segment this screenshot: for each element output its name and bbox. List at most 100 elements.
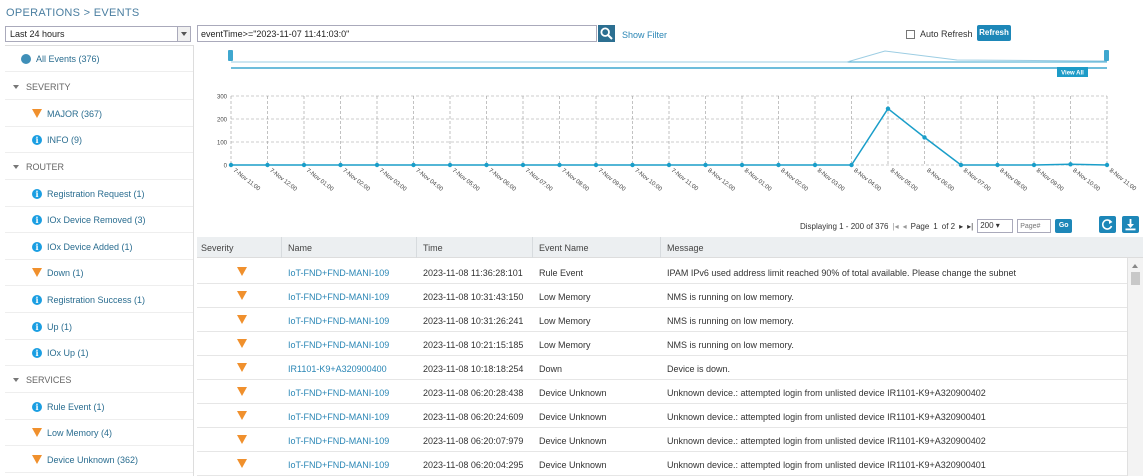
- scroll-up-icon[interactable]: [1132, 264, 1138, 268]
- reload-button[interactable]: [1099, 216, 1116, 233]
- column-divider: [660, 237, 661, 258]
- search-query-input[interactable]: [197, 25, 597, 42]
- event-time: 2023-11-08 06:20:07:979: [423, 436, 524, 446]
- first-page-icon[interactable]: |◂: [893, 222, 899, 231]
- y-tick-label: 0: [224, 164, 228, 170]
- table-header: Severity Name Time Event Name Message: [197, 237, 1143, 258]
- sidebar-item-up[interactable]: i Up (1): [5, 314, 193, 340]
- table-row[interactable]: IoT-FND+FND-MANI-109 2023-11-08 10:31:43…: [197, 284, 1127, 308]
- table-row[interactable]: IoT-FND+FND-MANI-109 2023-11-08 10:21:15…: [197, 332, 1127, 356]
- sidebar-item-rule-event[interactable]: i Rule Event (1): [5, 394, 193, 420]
- info-icon: i: [32, 401, 42, 412]
- device-name-link[interactable]: IoT-FND+FND-MANI-109: [288, 436, 389, 446]
- current-page: 1: [933, 221, 938, 231]
- column-header-severity[interactable]: Severity: [201, 243, 234, 253]
- table-row[interactable]: IoT-FND+FND-MANI-109 2023-11-08 10:31:26…: [197, 308, 1127, 332]
- event-message: Unknown device.: attempted login from un…: [667, 460, 986, 470]
- prev-page-icon[interactable]: ◂: [903, 222, 907, 231]
- x-tick-label: 7-Nov 02:00: [341, 168, 371, 193]
- column-header-event-name[interactable]: Event Name: [539, 243, 589, 253]
- sidebar-item-iox-device-added[interactable]: i IOx Device Added (1): [5, 234, 193, 260]
- data-point: [885, 106, 891, 111]
- table-row[interactable]: IoT-FND+FND-MANI-109 2023-11-08 06:20:07…: [197, 428, 1127, 452]
- sidebar-item-major[interactable]: MAJOR (367): [5, 101, 193, 127]
- event-time: 2023-11-08 10:31:43:150: [423, 292, 524, 302]
- next-page-icon[interactable]: ▸: [959, 222, 963, 231]
- table-scrollbar[interactable]: [1127, 258, 1143, 476]
- data-point: [995, 162, 1000, 168]
- auto-refresh-toggle[interactable]: Auto Refresh: [906, 29, 973, 39]
- data-point: [739, 162, 745, 168]
- column-header-name[interactable]: Name: [288, 243, 312, 253]
- event-message: NMS is running on low memory.: [667, 316, 794, 326]
- sidebar-section-services[interactable]: SERVICES: [5, 367, 193, 393]
- download-icon: [1125, 219, 1136, 231]
- sidebar-item-label: Device Unknown (362): [47, 454, 139, 465]
- device-name-link[interactable]: IR1101-K9+A320900400: [288, 364, 387, 374]
- table-row[interactable]: IoT-FND+FND-MANI-109 2023-11-08 06:20:24…: [197, 404, 1127, 428]
- caret-down-icon: [13, 84, 19, 89]
- sidebar-section-router[interactable]: ROUTER: [5, 154, 193, 180]
- auto-refresh-checkbox[interactable]: [906, 29, 915, 39]
- refresh-button[interactable]: Refresh: [977, 25, 1011, 41]
- event-time: 2023-11-08 10:18:18:254: [423, 364, 524, 374]
- navigator-left-handle[interactable]: [228, 50, 233, 61]
- sidebar-item-info[interactable]: i INFO (9): [5, 127, 193, 153]
- sidebar-item-registration-success[interactable]: i Registration Success (1): [5, 287, 193, 313]
- device-name-link[interactable]: IoT-FND+FND-MANI-109: [288, 412, 389, 422]
- page-number-input[interactable]: [1017, 219, 1052, 233]
- event-name: Device Unknown: [539, 460, 607, 470]
- sidebar-item-low-memory[interactable]: Low Memory (4): [5, 420, 193, 446]
- navigator-right-handle[interactable]: [1104, 50, 1109, 61]
- device-name-link[interactable]: IoT-FND+FND-MANI-109: [288, 268, 389, 278]
- view-all-button[interactable]: View All: [1057, 67, 1088, 77]
- go-button[interactable]: Go: [1055, 219, 1073, 233]
- sidebar-item-down[interactable]: Down (1): [5, 260, 193, 286]
- major-warning-icon: [237, 315, 247, 324]
- device-name-link[interactable]: IoT-FND+FND-MANI-109: [288, 292, 389, 302]
- events-table: Severity Name Time Event Name Message Io…: [197, 237, 1143, 476]
- sidebar-item-all-events[interactable]: All Events (376): [5, 46, 193, 72]
- chevron-down-icon[interactable]: [177, 27, 190, 41]
- last-page-icon[interactable]: ▸|: [967, 222, 973, 231]
- device-name-link[interactable]: IoT-FND+FND-MANI-109: [288, 316, 389, 326]
- table-row[interactable]: IoT-FND+FND-MANI-109 2023-11-08 06:20:04…: [197, 452, 1127, 476]
- info-icon: i: [32, 321, 42, 332]
- device-name-link[interactable]: IoT-FND+FND-MANI-109: [288, 340, 389, 350]
- event-time: 2023-11-08 06:20:04:295: [423, 460, 524, 470]
- x-tick-label: 7-Nov 03:00: [378, 168, 408, 193]
- sidebar-section-severity[interactable]: SEVERITY: [5, 74, 193, 100]
- export-button[interactable]: [1122, 216, 1139, 233]
- device-name-link[interactable]: IoT-FND+FND-MANI-109: [288, 460, 389, 470]
- chart-navigator[interactable]: [228, 50, 1109, 69]
- search-button[interactable]: [598, 25, 615, 42]
- table-row[interactable]: IoT-FND+FND-MANI-109 2023-11-08 06:20:28…: [197, 380, 1127, 404]
- info-icon: i: [32, 241, 42, 252]
- column-header-message[interactable]: Message: [667, 243, 704, 253]
- page-size-select[interactable]: 200 ▾: [977, 219, 1014, 233]
- data-point: [630, 162, 635, 168]
- sidebar-item-device-unknown[interactable]: Device Unknown (362): [5, 447, 193, 473]
- page-label: Page: [910, 221, 930, 231]
- table-row[interactable]: IoT-FND+FND-MANI-109 2023-11-08 11:36:28…: [197, 260, 1127, 284]
- scrollbar-thumb[interactable]: [1131, 272, 1140, 285]
- major-warning-icon: [32, 455, 42, 464]
- view-all-label[interactable]: View All: [1061, 71, 1084, 77]
- breadcrumb: OPERATIONS > EVENTS: [6, 7, 140, 19]
- events-line-chart: View All 0100200300 7-Nov 11:00 7-Nov 12:…: [217, 50, 1137, 193]
- show-filter-link[interactable]: Show Filter: [622, 30, 667, 40]
- auto-refresh-label: Auto Refresh: [920, 29, 973, 39]
- x-tick-label: 7-Nov 01:00: [305, 168, 335, 193]
- major-warning-icon: [32, 109, 42, 118]
- sidebar-section-label: ROUTER: [26, 161, 64, 172]
- sidebar-item-iox-up[interactable]: i IOx Up (1): [5, 340, 193, 366]
- page-count: of 2: [941, 221, 956, 231]
- table-row[interactable]: IR1101-K9+A320900400 2023-11-08 10:18:18…: [197, 356, 1127, 380]
- event-name: Device Unknown: [539, 388, 607, 398]
- sidebar-item-iox-device-removed[interactable]: i IOx Device Removed (3): [5, 207, 193, 233]
- event-name: Down: [539, 364, 563, 374]
- sidebar-item-registration-request[interactable]: i Registration Request (1): [5, 181, 193, 207]
- column-header-time[interactable]: Time: [423, 243, 443, 253]
- time-range-select[interactable]: Last 24 hours: [5, 26, 191, 42]
- device-name-link[interactable]: IoT-FND+FND-MANI-109: [288, 388, 389, 398]
